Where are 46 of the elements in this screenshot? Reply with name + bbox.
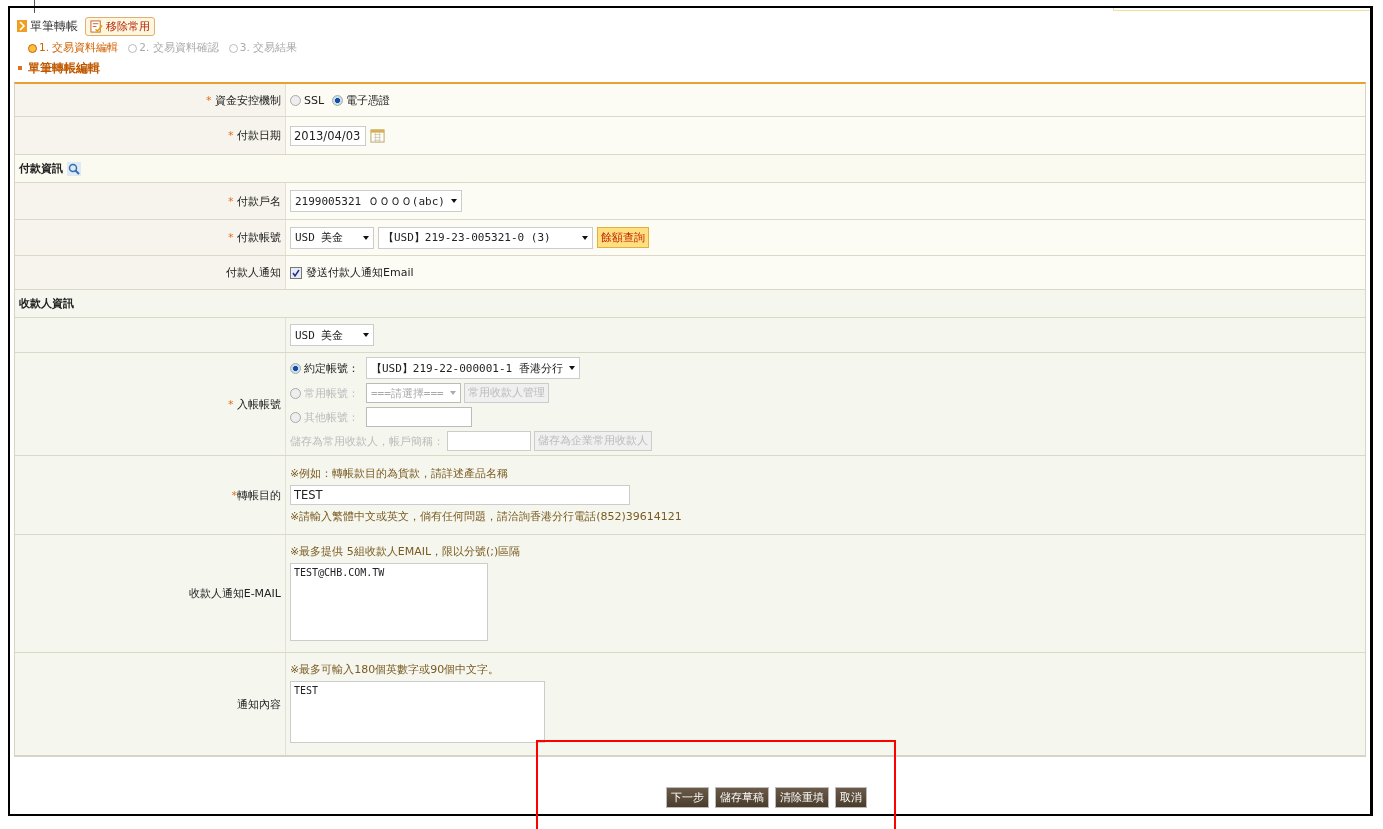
account-input-field[interactable]: [366, 407, 472, 427]
radio-option[interactable]: SSL: [290, 93, 325, 107]
section-title: 單筆轉帳編輯: [28, 59, 100, 77]
field-label: 通知內容: [237, 696, 281, 712]
search-icon[interactable]: [67, 161, 81, 176]
checkbox-label: 發送付款人通知Email: [306, 265, 414, 280]
date-field[interactable]: 2013/04/03: [290, 125, 366, 146]
message-text-area[interactable]: TEST: [290, 681, 545, 743]
hint-text: ※最多提供 5組收款人EMAIL，限以分號(;)區隔: [290, 544, 521, 559]
purpose-input-field[interactable]: TEST: [290, 485, 630, 505]
remove-favorite-button[interactable]: 移除常用: [85, 16, 155, 36]
calendar-icon[interactable]: [370, 128, 385, 143]
hint-text: ※最多可輸入180個英數字或90個中文字。: [290, 662, 500, 677]
checkbox[interactable]: [290, 266, 302, 279]
action-button[interactable]: 儲存草稿: [714, 787, 769, 808]
field-label: * 資金安控機制: [206, 92, 281, 108]
nickname-input-field[interactable]: [447, 431, 531, 451]
account-dropdown[interactable]: 【USD】219-22-000001-1 香港分行: [366, 357, 580, 379]
currency-dropdown[interactable]: USD 美金: [290, 324, 374, 346]
hint-text: ※例如：轉帳款目的為貨款，請詳述產品名稱: [290, 466, 509, 481]
step-indicator: 3. 交易結果: [228, 41, 298, 55]
radio-option[interactable]: 約定帳號：: [290, 360, 359, 376]
balance-query-button[interactable]: 餘額查詢: [597, 227, 649, 248]
account-dropdown[interactable]: 【USD】219-23-005321-0 (3): [378, 226, 593, 249]
email-text-area[interactable]: TEST@CHB.COM.TW: [290, 563, 488, 641]
field-label: *轉帳目的: [231, 487, 281, 503]
section-heading: 付款資訊: [19, 161, 63, 176]
action-button[interactable]: 取消: [834, 787, 867, 808]
field-label: 收款人通知E-MAIL: [188, 586, 281, 601]
page-title: 單筆轉帳: [30, 17, 78, 35]
arrow-square-icon: [17, 20, 27, 32]
step-indicator: 2. 交易資料確認: [128, 41, 219, 55]
field-label: * 付款日期: [228, 128, 281, 143]
note-check-icon: [90, 19, 103, 33]
radio-option[interactable]: 電子憑證: [332, 92, 391, 108]
field-label: * 付款戶名: [228, 193, 281, 209]
field-label: * 入帳帳號: [228, 396, 281, 412]
section-heading: 收款人資訊: [19, 296, 74, 311]
currency-dropdown[interactable]: USD 美金: [290, 226, 374, 249]
step-indicator: 1. 交易資料編輯: [28, 41, 119, 55]
field-label: 付款人通知: [226, 265, 281, 280]
action-button[interactable]: 下一步: [665, 787, 709, 808]
account-name-dropdown[interactable]: 2199005321 ＯＯＯＯ(abc): [290, 190, 462, 212]
field-label: * 付款帳號: [228, 230, 281, 245]
action-button[interactable]: 清除重填: [774, 787, 829, 808]
note-text: ※請輸入繁體中文或英文，倘有任何問題，請洽詢香港分行電話(852)39614121: [290, 509, 682, 524]
